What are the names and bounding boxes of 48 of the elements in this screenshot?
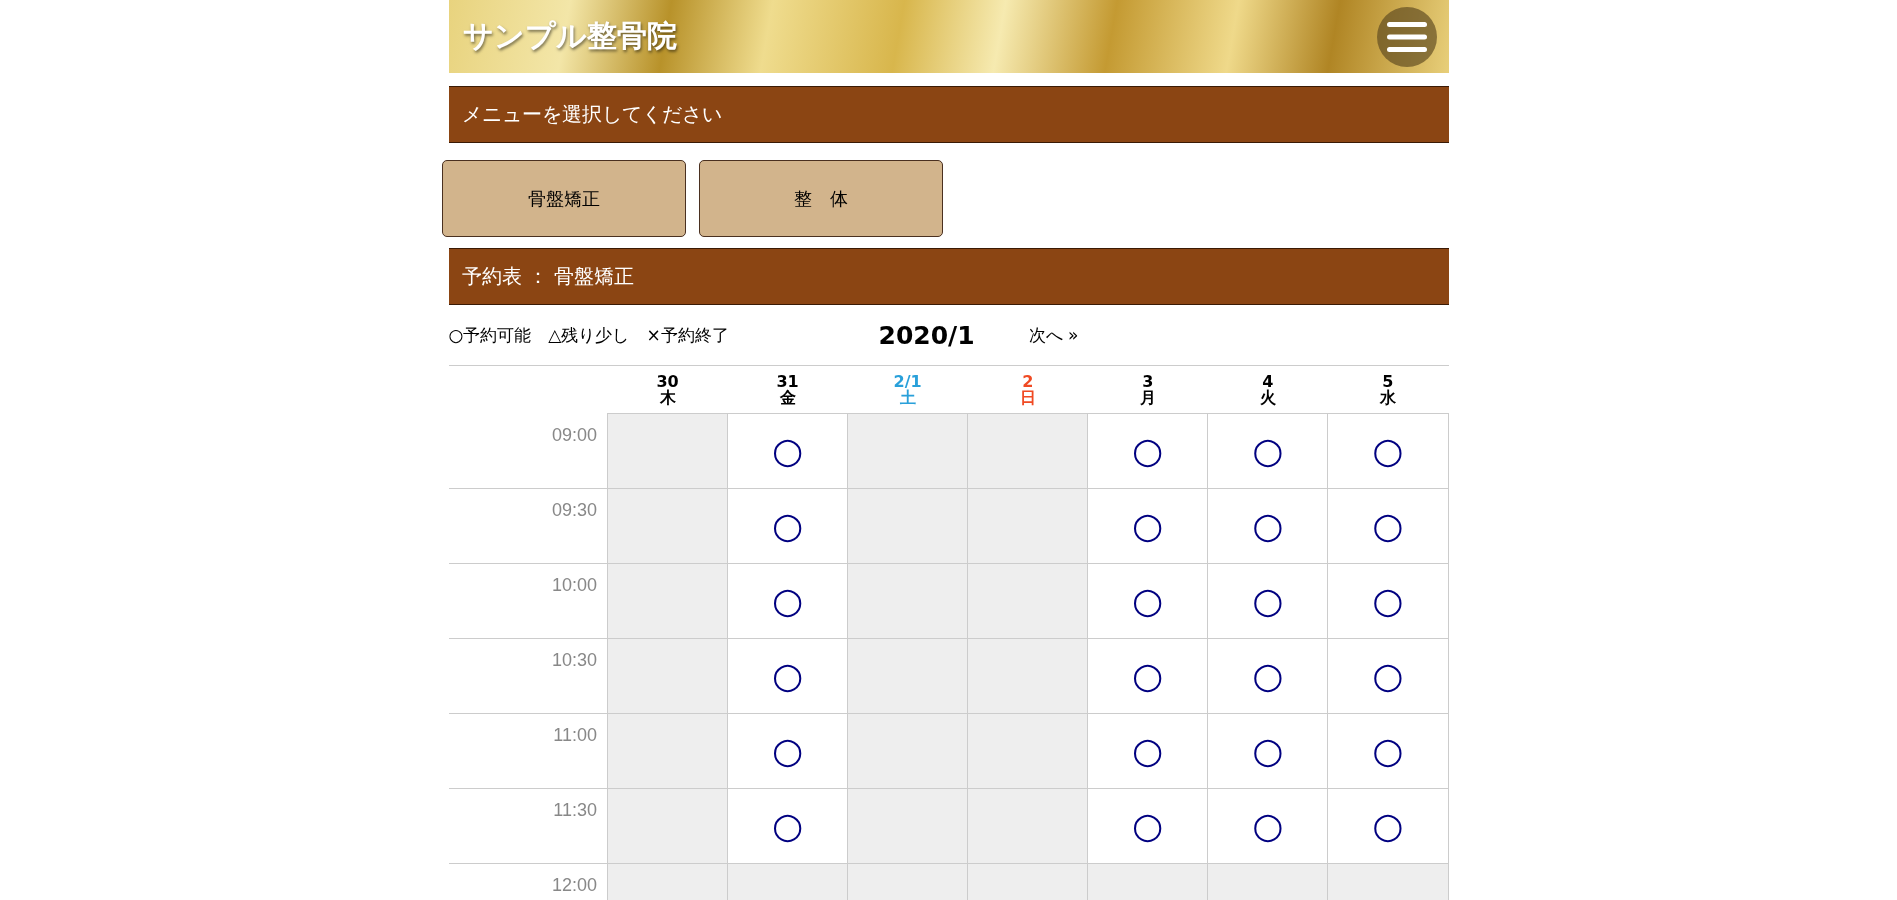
weekday-label: 月 — [1139, 389, 1156, 406]
available-slot[interactable]: ○ — [727, 563, 848, 639]
available-slot[interactable]: ○ — [1207, 638, 1328, 714]
available-slot[interactable]: ○ — [1207, 713, 1328, 789]
available-slot[interactable]: ○ — [1207, 488, 1328, 564]
available-slot[interactable]: ○ — [1087, 638, 1208, 714]
month-label: 2020/1 — [878, 320, 976, 350]
date-label: 4 — [1262, 373, 1274, 390]
time-label: 09:00 — [448, 413, 608, 489]
available-slot[interactable]: ○ — [1207, 788, 1328, 864]
available-slot[interactable]: ○ — [1327, 713, 1448, 789]
available-slot[interactable]: ○ — [727, 488, 848, 564]
menu-icon — [1386, 21, 1427, 52]
date-label: 2 — [1022, 373, 1034, 390]
weekday-label: 日 — [1019, 389, 1036, 406]
available-slot[interactable]: ○ — [1087, 713, 1208, 789]
available-slot[interactable]: ○ — [727, 788, 848, 864]
date-label: 3 — [1142, 373, 1154, 390]
available-slot[interactable]: ○ — [1327, 413, 1448, 489]
section-heading: 予約表 ： 骨盤矯正 — [448, 248, 1449, 305]
available-slot[interactable]: ○ — [1327, 788, 1448, 864]
available-slot[interactable]: ○ — [1207, 563, 1328, 639]
available-slot[interactable]: ○ — [727, 638, 848, 714]
date-label: 2/1 — [893, 373, 922, 390]
available-slot[interactable]: ○ — [727, 713, 848, 789]
date-label: 31 — [776, 373, 799, 390]
menu-option-button[interactable]: 整 体 — [698, 160, 943, 237]
site-title: サンプル整骨院 — [462, 17, 677, 55]
weekday-label: 火 — [1259, 389, 1276, 406]
menu-option-button[interactable]: 骨盤矯正 — [441, 160, 686, 237]
available-slot[interactable]: ○ — [1087, 488, 1208, 564]
available-slot[interactable]: ○ — [727, 413, 848, 489]
next-link[interactable]: 次へ » — [1028, 323, 1079, 347]
date-label: 5 — [1382, 373, 1394, 390]
available-slot[interactable]: ○ — [1327, 638, 1448, 714]
available-slot[interactable]: ○ — [1207, 413, 1328, 489]
weekday-label: 木 — [659, 389, 676, 406]
available-slot[interactable]: ○ — [1087, 413, 1208, 489]
weekday-label: 金 — [779, 389, 796, 406]
available-slot[interactable]: ○ — [1087, 788, 1208, 864]
available-slot[interactable]: ○ — [1327, 563, 1448, 639]
date-label: 30 — [656, 373, 679, 390]
availability-legend: ○予約可能 △残り少し ×予約終了 — [448, 323, 879, 347]
weekday-label: 水 — [1379, 389, 1396, 406]
weekday-label: 土 — [899, 389, 916, 406]
available-slot[interactable]: ○ — [1327, 488, 1448, 564]
section-heading: メニューを選択してください — [448, 86, 1449, 143]
available-slot[interactable]: ○ — [1087, 563, 1208, 639]
